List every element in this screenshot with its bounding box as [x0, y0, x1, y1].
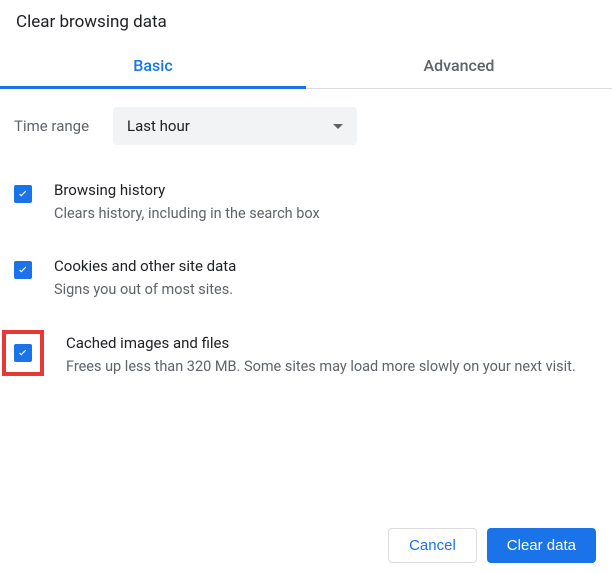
check-icon	[16, 346, 30, 360]
checkbox-wrap	[14, 181, 32, 203]
option-title: Cookies and other site data	[54, 257, 596, 275]
option-text: Browsing history Clears history, includi…	[54, 181, 596, 225]
tabs: Basic Advanced	[0, 46, 612, 89]
time-range-value: Last hour	[127, 117, 190, 135]
time-range-select[interactable]: Last hour	[113, 107, 357, 145]
time-range-row: Time range Last hour	[14, 107, 596, 145]
cancel-button[interactable]: Cancel	[388, 528, 477, 563]
highlight-box	[2, 330, 44, 376]
clear-data-button[interactable]: Clear data	[487, 528, 596, 563]
option-cookies: Cookies and other site data Signs you ou…	[14, 257, 596, 301]
dialog-content: Time range Last hour Browsing history Cl…	[0, 89, 612, 378]
option-desc: Signs you out of most sites.	[54, 279, 596, 301]
check-icon	[16, 187, 30, 201]
checkbox-browsing-history[interactable]	[14, 185, 32, 203]
option-desc: Clears history, including in the search …	[54, 203, 596, 225]
option-title: Cached images and files	[66, 334, 596, 352]
option-desc: Frees up less than 320 MB. Some sites ma…	[66, 356, 596, 378]
checkbox-wrap	[14, 257, 32, 279]
check-icon	[16, 263, 30, 277]
option-text: Cached images and files Frees up less th…	[66, 334, 596, 378]
option-title: Browsing history	[54, 181, 596, 199]
checkbox-cookies[interactable]	[14, 261, 32, 279]
dialog-title: Clear browsing data	[0, 0, 612, 46]
chevron-down-icon	[333, 124, 343, 129]
option-browsing-history: Browsing history Clears history, includi…	[14, 181, 596, 225]
tab-advanced[interactable]: Advanced	[306, 46, 612, 88]
option-text: Cookies and other site data Signs you ou…	[54, 257, 596, 301]
tab-basic[interactable]: Basic	[0, 46, 306, 88]
time-range-label: Time range	[14, 117, 89, 135]
dialog-footer: Cancel Clear data	[388, 528, 596, 563]
checkbox-cache[interactable]	[14, 344, 32, 362]
option-cache: Cached images and files Frees up less th…	[14, 334, 596, 378]
